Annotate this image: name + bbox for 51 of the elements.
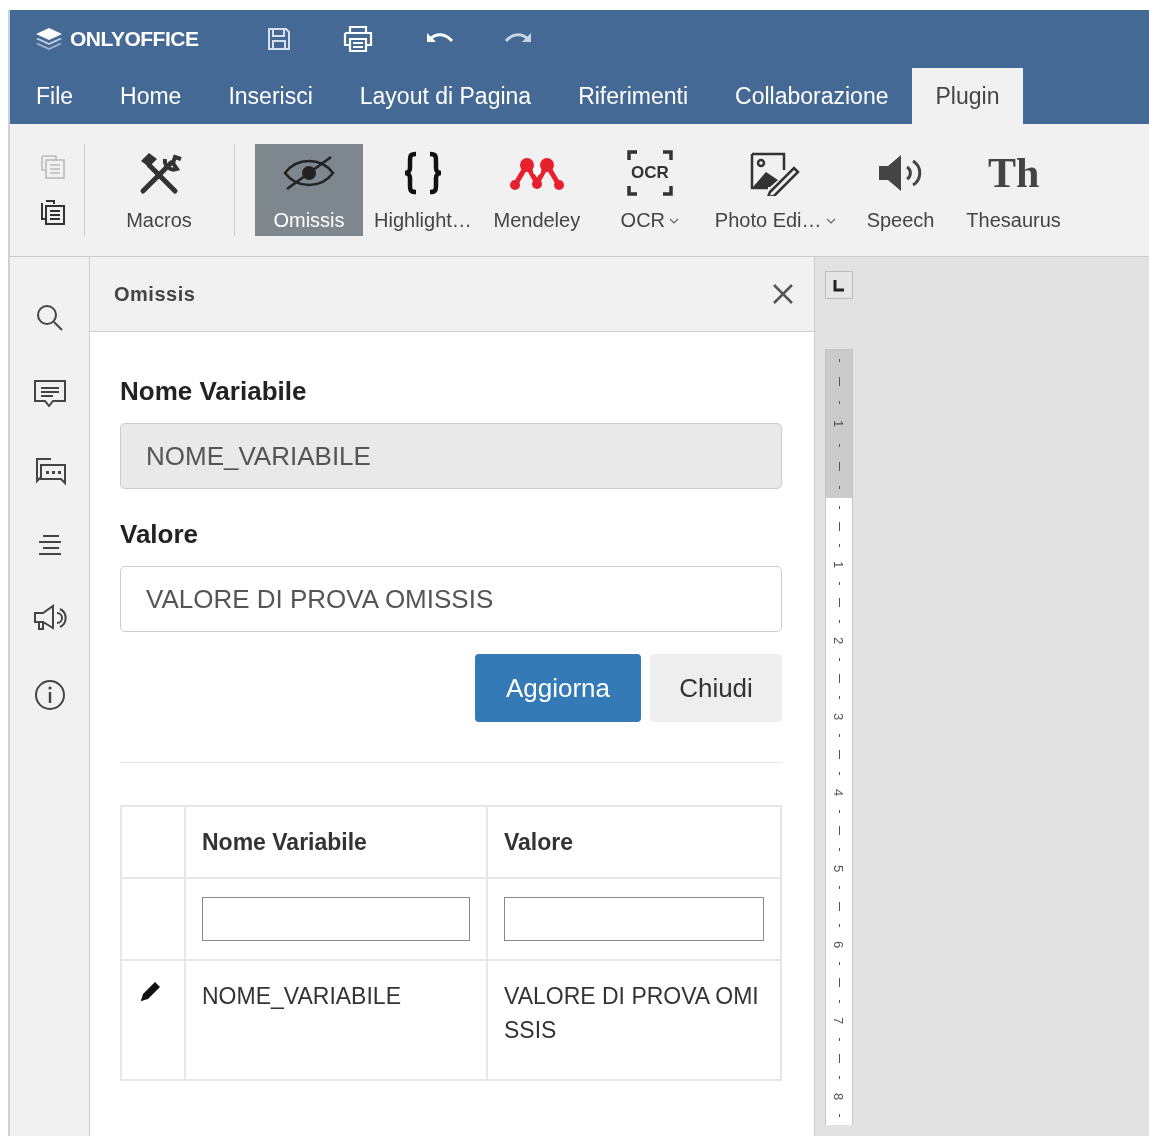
menu-tab[interactable]: File: [12, 68, 98, 124]
save-icon[interactable]: [266, 26, 293, 52]
filter-field[interactable]: [202, 897, 470, 941]
ruler-number: 4: [830, 788, 848, 797]
input-field[interactable]: VALORE DI PROVA OMISSIS: [120, 566, 782, 632]
plugin-button[interactable]: Photo Edi…: [708, 144, 842, 236]
plugin-button[interactable]: Macros: [105, 144, 213, 236]
print-icon[interactable]: [342, 25, 375, 53]
ruler-number: 1: [830, 420, 848, 428]
column-header: Nome Variabile: [185, 806, 487, 878]
update-button[interactable]: Aggiorna: [475, 654, 641, 722]
field-label: Nome Variabile: [120, 376, 308, 407]
ruler-number: 7: [830, 1016, 848, 1025]
ruler-number: 5: [830, 864, 848, 873]
column-header: Valore: [487, 806, 781, 878]
menu-tab[interactable]: Inserisci: [204, 68, 337, 124]
plugin-button[interactable]: OCR OCR: [595, 144, 704, 236]
pencil-icon[interactable]: [138, 980, 162, 1004]
plugin-button[interactable]: Mendeley: [482, 144, 591, 236]
menu-tab[interactable]: Plugin: [911, 68, 1024, 124]
plugin-button[interactable]: Omissis: [255, 144, 363, 236]
ruler-number: 1: [830, 560, 848, 569]
menu-tab[interactable]: Home: [96, 68, 206, 124]
menu-tab[interactable]: Layout di Pagina: [335, 68, 556, 124]
info-icon[interactable]: [33, 679, 66, 711]
menu-tab[interactable]: Collaborazione: [711, 68, 913, 124]
ruler-number: 8: [830, 1092, 848, 1101]
plugin-button[interactable]: Speech: [846, 144, 955, 236]
megaphone-icon[interactable]: [32, 603, 67, 633]
ruler-number: 2: [830, 636, 848, 645]
filter-field[interactable]: [504, 897, 764, 941]
ruler-number: 6: [830, 940, 848, 949]
search-icon[interactable]: [34, 303, 65, 333]
paste-icon[interactable]: [38, 197, 68, 227]
hidden-eye-icon: [281, 153, 337, 193]
plugin-button[interactable]: Th Thesaurus: [959, 144, 1068, 236]
close-icon[interactable]: [772, 283, 794, 305]
plugin-button[interactable]: Highlight…: [368, 144, 478, 236]
network-icon: [508, 155, 565, 191]
tab-stop-icon[interactable]: [825, 271, 853, 299]
logo-icon: [34, 26, 64, 52]
ruler-number: 3: [830, 712, 848, 721]
logo-text: ONLYOFFICE: [70, 27, 199, 51]
thesaurus-icon: Th: [987, 152, 1040, 194]
menu-tab[interactable]: Riferimenti: [554, 68, 713, 124]
close-button[interactable]: Chiudi: [650, 654, 782, 722]
field-label: Valore: [120, 519, 200, 550]
panel-title: Omissis: [114, 282, 196, 306]
image-edit-icon: [750, 150, 801, 196]
table-cell: VALORE DI PROVA OMI SSIS: [487, 960, 781, 1080]
table-cell: NOME_VARIABILE: [185, 960, 487, 1080]
